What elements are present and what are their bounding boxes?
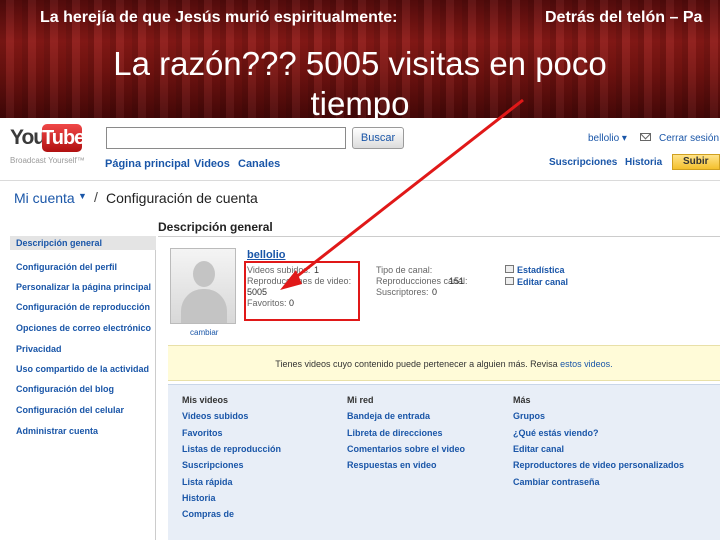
logo-you: You	[10, 126, 46, 149]
col-head-my-videos: Mis videos	[182, 395, 229, 405]
link-video-comments[interactable]: Comentarios sobre el video	[347, 444, 465, 454]
link-history[interactable]: Historia	[182, 493, 216, 503]
avatar-head	[193, 261, 215, 287]
sidebar-item-activity[interactable]: Uso compartido de la actividad	[16, 364, 149, 374]
nav-home[interactable]: Página principal	[105, 158, 190, 170]
stat-channel-type-label: Tipo de canal:	[376, 265, 433, 275]
logo-tube: Tube	[42, 124, 85, 152]
link-uploaded[interactable]: Videos subidos	[182, 411, 248, 421]
link-custom-players[interactable]: Reproductores de video personalizados	[513, 460, 684, 470]
upload-button[interactable]: Subir	[672, 154, 720, 170]
signout-link[interactable]: Cerrar sesión	[659, 133, 719, 144]
youtube-screenshot: You Tube Broadcast Yourself™ Buscar Pági…	[0, 118, 720, 540]
youtube-logo[interactable]: You Tube	[10, 124, 85, 152]
slide-title: La razón??? 5005 visitas en poco tiempo	[113, 45, 607, 118]
sidebar-item-blog[interactable]: Configuración del blog	[16, 384, 114, 394]
breadcrumb-account[interactable]: Mi cuenta	[14, 190, 75, 206]
slide-header: La herejía de que Jesús murió espiritual…	[0, 0, 720, 118]
nav-videos[interactable]: Videos	[194, 158, 230, 170]
stat-channel-views-value: 151	[449, 276, 465, 286]
search-button[interactable]: Buscar	[352, 127, 404, 149]
link-edit-channel[interactable]: Editar canal	[513, 444, 564, 454]
highlight-box	[244, 261, 360, 321]
notice-link[interactable]: estos videos.	[560, 359, 613, 369]
mail-icon[interactable]	[640, 133, 651, 141]
link-quicklist[interactable]: Lista rápida	[182, 477, 233, 487]
stat-subscribers-value: 0	[432, 287, 438, 297]
chevron-down-icon[interactable]: ▼	[78, 191, 87, 201]
sidebar-item-manage[interactable]: Administrar cuenta	[16, 426, 98, 436]
sidebar-item-privacy[interactable]: Privacidad	[16, 344, 62, 354]
subscriptions-link[interactable]: Suscripciones	[549, 157, 617, 168]
stat-subscribers-label: Suscriptores:	[376, 287, 429, 297]
link-video-responses[interactable]: Respuestas en video	[347, 460, 437, 470]
link-inbox[interactable]: Bandeja de entrada	[347, 411, 430, 421]
link-favorites[interactable]: Favoritos	[182, 428, 223, 438]
history-link[interactable]: Historia	[625, 157, 662, 168]
change-avatar-link[interactable]: cambiar	[190, 328, 218, 337]
link-groups[interactable]: Grupos	[513, 411, 545, 421]
nav-channels[interactable]: Canales	[238, 158, 280, 170]
breadcrumb-title: Configuración de cuenta	[106, 190, 258, 206]
link-address-book[interactable]: Libreta de direcciones	[347, 428, 443, 438]
username-link[interactable]: bellolio	[247, 249, 286, 261]
edit-channel-link[interactable]: Editar canal	[517, 277, 568, 287]
sidebar: Descripción general Configuración del pe…	[10, 236, 156, 540]
statistics-link[interactable]: Estadística	[517, 265, 565, 275]
sidebar-item-overview[interactable]: Descripción general	[10, 236, 156, 250]
slide-header-left: La herejía de que Jesús murió espiritual…	[40, 9, 398, 26]
avatar-body	[181, 289, 227, 323]
link-purchases[interactable]: Compras de	[182, 509, 234, 519]
sidebar-item-mobile[interactable]: Configuración del celular	[16, 405, 124, 415]
sidebar-item-homepage[interactable]: Personalizar la página principal	[16, 282, 151, 292]
avatar	[170, 248, 236, 324]
search-input[interactable]	[106, 127, 346, 149]
sidebar-item-email[interactable]: Opciones de correo electrónico	[16, 323, 151, 333]
link-change-password[interactable]: Cambiar contraseña	[513, 477, 600, 487]
slide-header-right: Detrás del telón – Pa	[545, 9, 703, 26]
sidebar-item-playback[interactable]: Configuración de reproducción	[16, 302, 150, 312]
notice-text: Tienes videos cuyo contenido puede perte…	[275, 359, 558, 369]
tagline: Broadcast Yourself™	[10, 156, 85, 165]
notice-banner: Tienes videos cuyo contenido puede perte…	[168, 345, 720, 381]
col-head-more: Más	[513, 395, 531, 405]
divider	[158, 236, 720, 237]
sidebar-item-profile[interactable]: Configuración del perfil	[16, 262, 117, 272]
chart-icon	[505, 265, 514, 273]
links-panel: Mis videos Videos subidos Favoritos List…	[168, 384, 720, 540]
link-playlists[interactable]: Listas de reproducción	[182, 444, 281, 454]
user-menu[interactable]: bellolio ▾	[588, 133, 627, 144]
main-title: Descripción general	[158, 220, 273, 234]
link-watching[interactable]: ¿Qué estás viendo?	[513, 428, 599, 438]
link-subscriptions[interactable]: Suscripciones	[182, 460, 244, 470]
edit-icon	[505, 277, 514, 285]
breadcrumb-separator: /	[94, 189, 98, 205]
col-head-my-network: Mi red	[347, 395, 374, 405]
